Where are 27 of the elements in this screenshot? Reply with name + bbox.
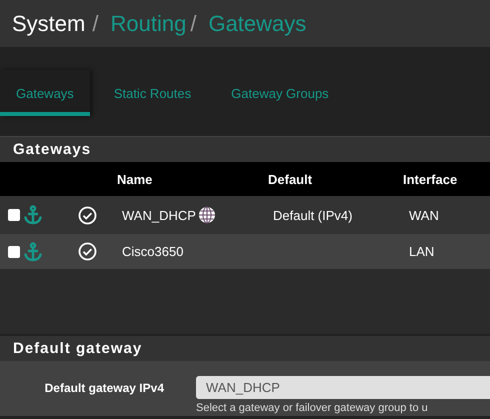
help-text: Select a gateway or failover gateway group to u bbox=[196, 401, 429, 415]
gateway-select[interactable]: WAN_DHCP bbox=[196, 376, 490, 399]
page-title: System bbox=[12, 10, 86, 36]
breadcrumb-separator: / bbox=[190, 10, 196, 36]
table-cell: Default (IPv4) bbox=[273, 208, 352, 222]
breadcrumb-separator: / bbox=[92, 10, 98, 36]
row-checkbox[interactable] bbox=[8, 246, 20, 258]
anchor-icon bbox=[23, 205, 43, 225]
field-label: Default gateway IPv4 bbox=[44, 380, 165, 394]
column-header: Interface bbox=[403, 172, 458, 186]
tab[interactable]: Gateways bbox=[0, 70, 90, 116]
table-cell: LAN bbox=[409, 244, 434, 259]
panel-title: Default gateway bbox=[0, 336, 490, 361]
check-circle-icon bbox=[78, 242, 97, 261]
breadcrumb-link[interactable]: Gateways bbox=[208, 10, 306, 36]
check-circle-icon bbox=[78, 206, 97, 224]
column-header: Name bbox=[117, 172, 154, 186]
tab[interactable]: Static Routes bbox=[98, 70, 208, 116]
column-header: Default bbox=[268, 172, 314, 186]
table-cell: WAN_DHCP bbox=[122, 208, 196, 222]
anchor-icon bbox=[23, 242, 43, 262]
table-cell: WAN bbox=[409, 208, 439, 222]
panel-title: Gateways bbox=[0, 137, 490, 162]
tab[interactable]: Gateway Groups bbox=[215, 70, 345, 116]
row-checkbox[interactable] bbox=[8, 209, 20, 221]
table-cell: Cisco3650 bbox=[122, 244, 184, 259]
breadcrumb-link[interactable]: Routing bbox=[110, 10, 186, 36]
